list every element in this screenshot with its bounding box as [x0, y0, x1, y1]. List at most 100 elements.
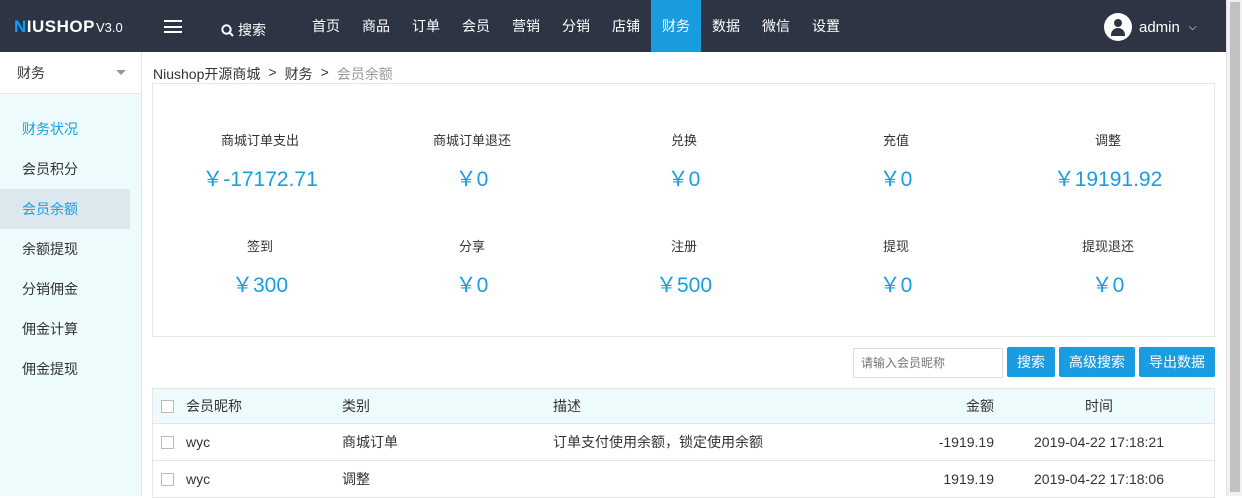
- logo-rest: IUSHOP: [26, 17, 95, 36]
- stat-label: 签到: [246, 239, 273, 254]
- member-nickname-search-input[interactable]: [853, 348, 1003, 378]
- col-header-type: 类别: [342, 398, 370, 414]
- nav-item[interactable]: 微信: [751, 0, 801, 52]
- scrollbar-thumb[interactable]: [1230, 2, 1240, 492]
- row-checkbox[interactable]: [161, 472, 174, 486]
- search-icon: [221, 23, 234, 37]
- sidebar-item[interactable]: 余额提现: [0, 229, 130, 269]
- stat-label: 调整: [1094, 133, 1121, 148]
- table-row[interactable]: wyc 商城订单 订单支付使用余额，锁定使用余额 -1919.19 2019-04-22…: [153, 424, 1214, 461]
- stat-item: 提现 ￥0: [790, 236, 1002, 299]
- stat-value: ￥-17172.71: [202, 168, 318, 191]
- logo-version: V3.0: [95, 20, 123, 35]
- table-header-row: 会员昵称 类别 描述 金额 时间: [153, 389, 1214, 424]
- stat-value: ￥500: [655, 274, 713, 297]
- sidebar-item[interactable]: 佣金计算: [0, 309, 130, 349]
- sidebar-menu: 财务状况 会员积分 会员余额 余额提现 分销佣金 佣金计算 佣金提现: [0, 94, 141, 389]
- stat-item: 充值 ￥0: [790, 130, 1002, 193]
- col-header-nickname: 会员昵称: [186, 398, 242, 414]
- caret-down-icon: [116, 70, 126, 75]
- col-header-amount: 金额: [966, 398, 994, 414]
- col-header-time: 时间: [1085, 398, 1113, 414]
- stat-item: 注册 ￥500: [578, 236, 790, 299]
- stat-value: ￥0: [1091, 274, 1125, 297]
- search-button[interactable]: 搜索: [1007, 347, 1055, 377]
- stat-item: 商城订单支出 ￥-17172.71: [154, 130, 366, 193]
- stat-label: 商城订单退还: [432, 133, 511, 148]
- stat-item: 分享 ￥0: [366, 236, 578, 299]
- sidebar-item[interactable]: 财务状况: [0, 109, 130, 149]
- nav-item[interactable]: 首页: [301, 0, 351, 52]
- stat-label: 分享: [458, 239, 485, 254]
- stat-item: 签到 ￥300: [154, 236, 366, 299]
- cell-time: 2019-04-22 17:18:06: [1034, 471, 1164, 487]
- stat-label: 兑换: [670, 133, 697, 148]
- nav-item[interactable]: 会员: [451, 0, 501, 52]
- nav-item[interactable]: 订单: [401, 0, 451, 52]
- sidebar-title: 财务: [17, 65, 45, 81]
- sidebar-item[interactable]: 会员积分: [0, 149, 130, 189]
- balance-table: 会员昵称 类别 描述 金额 时间 wyc 商城订单 订单支付使用余额，锁定使用余额 -…: [152, 388, 1215, 498]
- export-data-button[interactable]: 导出数据: [1139, 347, 1215, 377]
- chevron-down-icon: ⌵: [1188, 21, 1197, 33]
- breadcrumb-home[interactable]: Niushop开源商城: [153, 64, 260, 84]
- stat-value: ￥0: [455, 168, 489, 191]
- stat-item: 兑换 ￥0: [578, 130, 790, 193]
- nav-item[interactable]: 分销: [551, 0, 601, 52]
- nav-item[interactable]: 营销: [501, 0, 551, 52]
- page-scrollbar[interactable]: [1226, 0, 1242, 496]
- cell-nickname: wyc: [186, 471, 211, 487]
- stat-label: 商城订单支出: [220, 133, 299, 148]
- breadcrumb: Niushop开源商城 > 财务 > 会员余额: [153, 64, 393, 84]
- nav-item[interactable]: 店铺: [601, 0, 651, 52]
- nav-item[interactable]: 商品: [351, 0, 401, 52]
- top-navbar: NIUSHOP V3.0 搜索 首页 商品 订单 会员 营销 分销 店铺 财务 数据 微信 设置 a…: [0, 0, 1226, 52]
- select-all-checkbox[interactable]: [161, 399, 174, 413]
- stat-value: ￥0: [667, 168, 701, 191]
- stat-label: 充值: [882, 133, 909, 148]
- username: admin: [1139, 18, 1180, 36]
- main-nav: 首页 商品 订单 会员 营销 分销 店铺 财务 数据 微信 设置: [301, 0, 851, 52]
- stat-value: ￥0: [879, 168, 913, 191]
- table-body: wyc 商城订单 订单支付使用余额，锁定使用余额 -1919.19 2019-04-22…: [153, 424, 1214, 498]
- menu-toggle-icon[interactable]: [164, 20, 182, 33]
- nav-item[interactable]: 数据: [701, 0, 751, 52]
- nav-item[interactable]: 设置: [801, 0, 851, 52]
- stat-label: 提现: [882, 239, 909, 254]
- stat-item: 提现退还 ￥0: [1002, 236, 1214, 299]
- cell-amount: 1919.19: [943, 471, 994, 487]
- stat-value: ￥0: [879, 274, 913, 297]
- niushop-logo[interactable]: NIUSHOP V3.0: [14, 17, 123, 37]
- breadcrumb-current: 会员余额: [336, 66, 393, 82]
- cell-amount: -1919.19: [938, 434, 994, 450]
- cell-nickname: wyc: [186, 434, 211, 450]
- top-search-label: 搜索: [238, 22, 266, 38]
- sidebar: 财务 财务状况 会员积分 会员余额 余额提现 分销佣金 佣金计算 佣金提现: [0, 52, 142, 496]
- advanced-search-button[interactable]: 高级搜索: [1059, 347, 1135, 377]
- table-row[interactable]: wyc 调整 1919.19 2019-04-22 17:18:06: [153, 461, 1214, 498]
- stat-item: 调整 ￥19191.92: [1002, 130, 1214, 193]
- cell-description: 订单支付使用余额，锁定使用余额: [553, 434, 763, 450]
- cell-type: 调整: [342, 471, 370, 487]
- user-menu[interactable]: admin ⌵: [1104, 13, 1196, 41]
- sidebar-item[interactable]: 分销佣金: [0, 269, 130, 309]
- breadcrumb-finance[interactable]: 财务: [285, 64, 313, 84]
- cell-time: 2019-04-22 17:18:21: [1034, 434, 1164, 450]
- stat-label: 注册: [670, 239, 697, 254]
- logo-text: NIUSHOP: [14, 17, 95, 36]
- stat-value: ￥0: [455, 274, 489, 297]
- avatar-icon: [1104, 13, 1132, 41]
- top-search-button[interactable]: 搜索: [221, 20, 266, 40]
- stat-value: ￥300: [231, 274, 289, 297]
- stat-item: 商城订单退还 ￥0: [366, 130, 578, 193]
- balance-stats-panel: 商城订单支出 ￥-17172.71 商城订单退还 ￥0 兑换 ￥0 充值 ￥0 调整 ￥19191…: [152, 83, 1215, 337]
- sidebar-item[interactable]: 会员余额: [0, 189, 130, 229]
- stat-value: ￥19191.92: [1053, 168, 1163, 191]
- breadcrumb-separator: >: [320, 64, 329, 80]
- sidebar-header[interactable]: 财务: [0, 52, 141, 94]
- row-checkbox[interactable]: [161, 435, 174, 449]
- breadcrumb-separator: >: [268, 64, 277, 80]
- stat-label: 提现退还: [1081, 239, 1134, 254]
- nav-item[interactable]: 财务: [651, 0, 701, 52]
- sidebar-item[interactable]: 佣金提现: [0, 349, 130, 389]
